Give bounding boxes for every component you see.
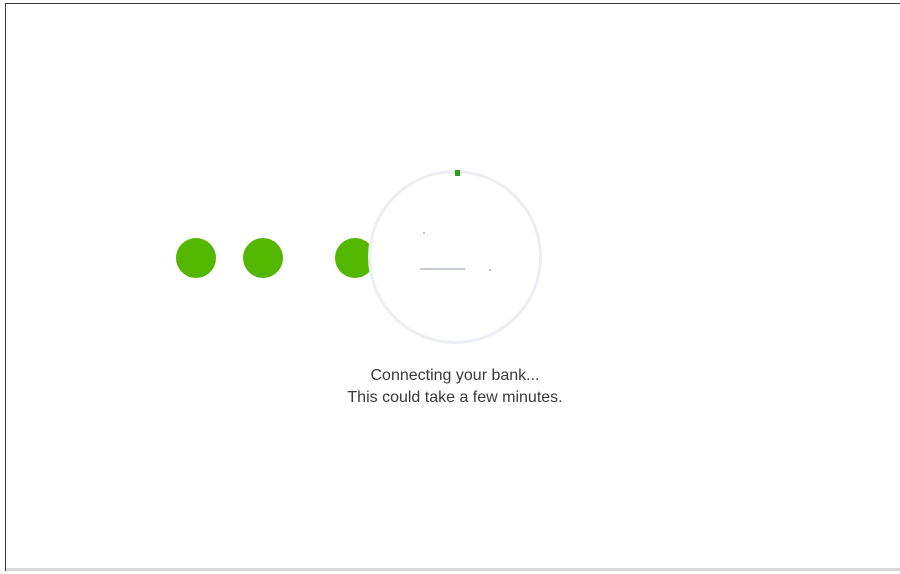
bank-icon-fragment <box>489 269 491 271</box>
bank-icon-loading <box>420 268 465 270</box>
dialog-bottom-divider <box>6 568 900 571</box>
bank-icon-fragment <box>423 232 425 234</box>
status-line-connecting: Connecting your bank... <box>370 367 540 384</box>
connection-status-message: Connecting your bank... This could take … <box>255 365 655 409</box>
loading-spinner-ring <box>368 170 542 344</box>
progress-dot-1 <box>176 238 216 278</box>
status-line-wait-notice: This could take a few minutes. <box>347 389 563 406</box>
progress-dot-2 <box>243 238 283 278</box>
spinner-progress-indicator <box>455 170 460 176</box>
